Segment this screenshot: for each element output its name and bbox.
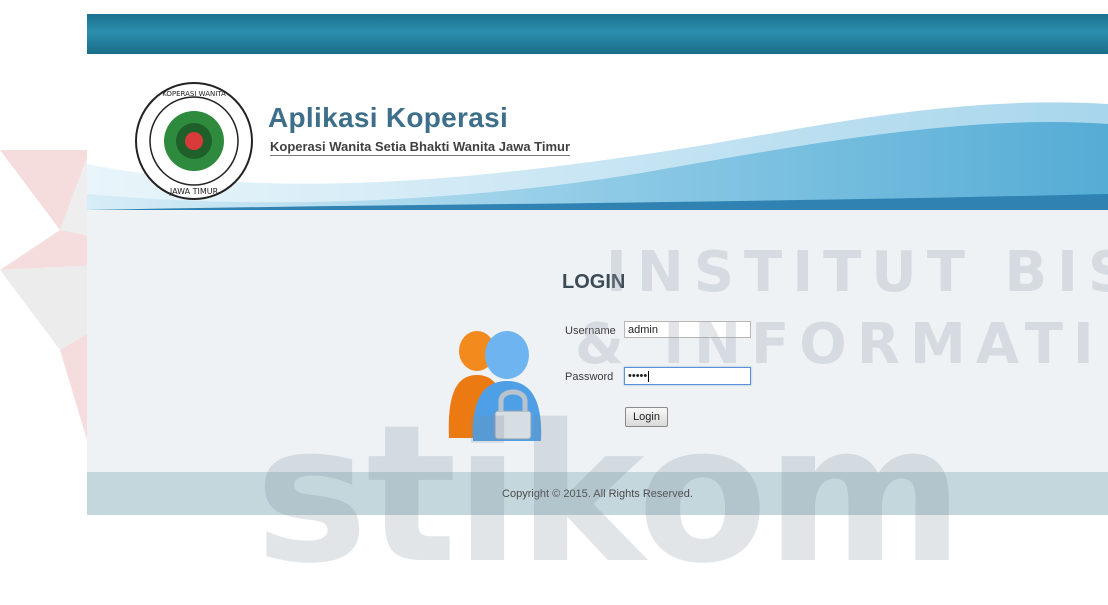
cooperative-logo: KOPERASI WANITA JAWA TIMUR: [135, 82, 253, 200]
svg-text:KOPERASI WANITA: KOPERASI WANITA: [162, 90, 226, 98]
header-banner: KOPERASI WANITA JAWA TIMUR Aplikasi Kope…: [87, 54, 1108, 210]
top-bar: [87, 14, 1108, 54]
watermark-line1: INSTITUT BISNIS: [606, 240, 1108, 305]
watermark-line3: stikom: [255, 384, 964, 605]
svg-text:JAWA TIMUR: JAWA TIMUR: [169, 187, 219, 196]
app-title: Aplikasi Koperasi: [268, 102, 509, 133]
watermark-line2: & INFORMATIKA: [575, 312, 1108, 377]
app-subtitle: Koperasi Wanita Setia Bhakti Wanita Jawa…: [270, 139, 571, 156]
